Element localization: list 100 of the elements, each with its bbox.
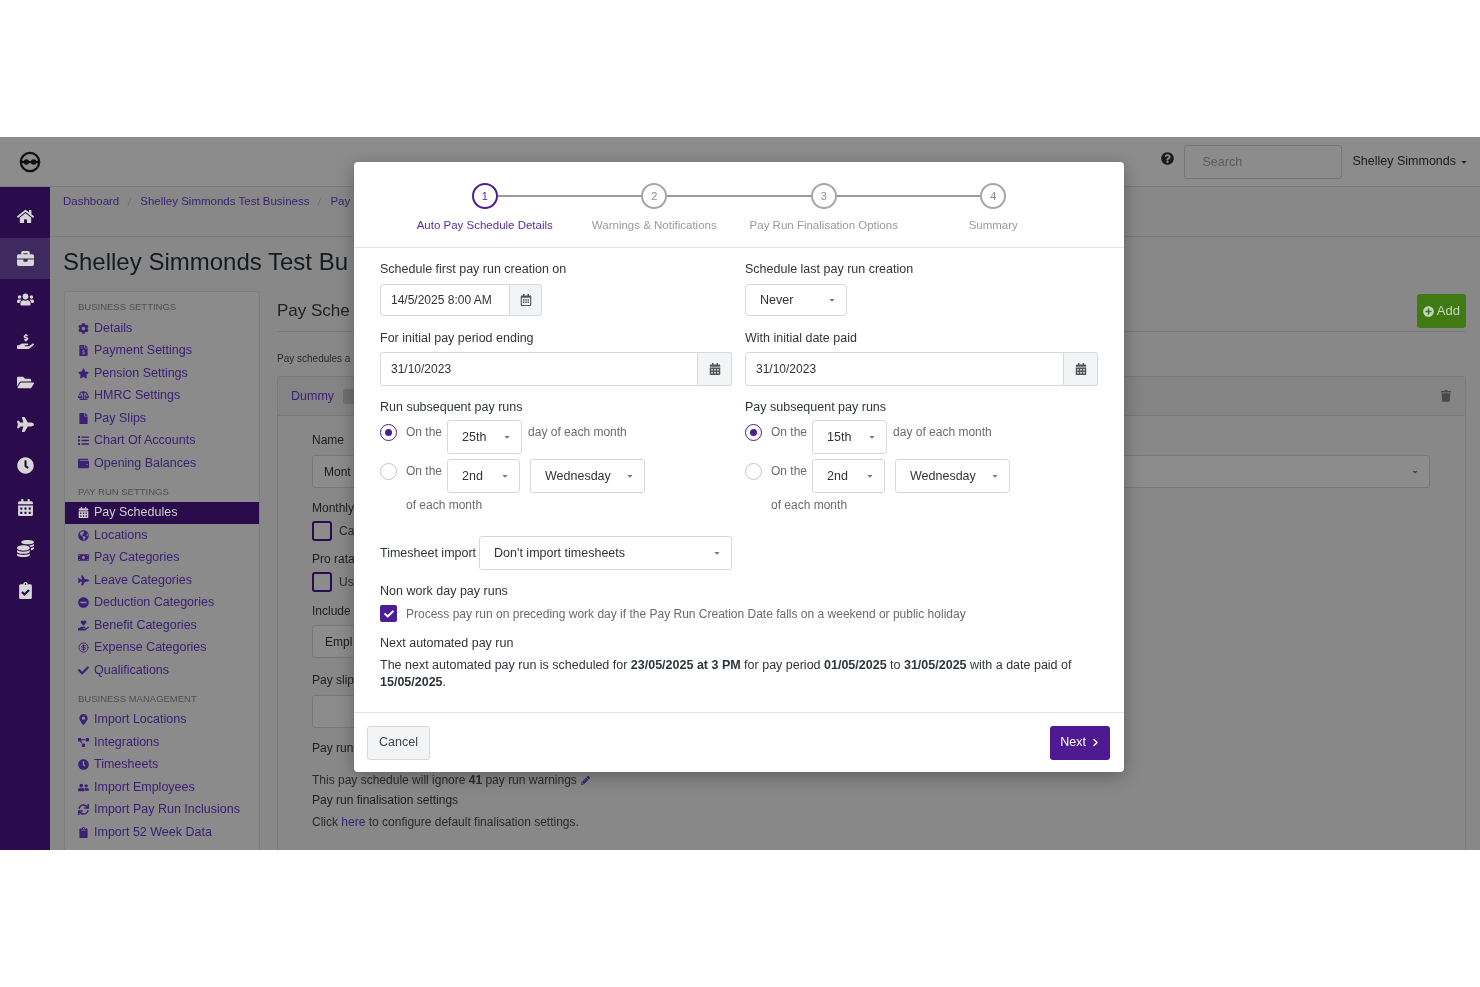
date-field[interactable]: 31/10/2023 [380, 352, 698, 386]
field-label: Non work day pay runs [380, 583, 508, 600]
settings-nav-item[interactable]: Pay Slips [65, 407, 259, 430]
settings-nav-item[interactable]: Import Locations [65, 708, 259, 731]
ordinal-select[interactable]: 2nd [447, 459, 521, 493]
separator-icon [317, 196, 323, 207]
nav-rail-button[interactable] [0, 237, 50, 279]
separator-icon [127, 196, 133, 207]
settings-nav-item[interactable]: Pay Categories [65, 546, 259, 569]
field-label: With initial date paid [745, 330, 857, 347]
caret-icon [501, 472, 510, 480]
section-heading: BUSINESS SETTINGS [77, 300, 178, 314]
calendar-icon [708, 363, 721, 375]
next-run-summary: The next automated pay run is scheduled for 23/05/2025 at 3 PM for pay period 01/05/2025 to 31/05/2025 with a date paid of 15/05/2025. [380, 657, 1073, 691]
option-label: On the [771, 424, 808, 440]
settings-nav-item[interactable]: Integrations [65, 731, 259, 754]
breadcrumb-link[interactable]: Dashboard [63, 194, 120, 208]
schedule-tab[interactable]: Dummy [291, 386, 335, 406]
settings-nav-item[interactable]: Opening Balances [65, 452, 259, 475]
field-label: Pro rata [312, 552, 355, 567]
finalisation-note: Click here to configure default finalisation settings. [312, 815, 579, 830]
weekday-select[interactable]: Wednesday [895, 459, 1011, 493]
map-pin-icon [78, 714, 89, 726]
calendar-icon [78, 507, 89, 519]
plane-icon [16, 415, 34, 433]
radio-button[interactable] [745, 424, 762, 441]
settings-nav-item[interactable]: Expense Categories [65, 636, 259, 659]
calendar-icon [16, 498, 34, 516]
pencil-icon[interactable] [580, 776, 590, 785]
settings-nav-item[interactable]: Import Employees [65, 776, 259, 799]
field-label: Next automated pay run [380, 635, 514, 652]
calendar-button[interactable] [510, 284, 542, 316]
field-label: Schedule last pay run creation [745, 261, 914, 278]
intro-text: Pay schedules a [277, 352, 351, 365]
here-link[interactable]: here [341, 815, 366, 829]
settings-nav-item[interactable]: Qualifications [65, 659, 259, 682]
date-field[interactable]: 14/5/2025 8:00 AM [380, 284, 510, 316]
warnings-note: This pay schedule will ignore 41 pay run warnings [312, 773, 577, 788]
day-select[interactable]: 15th [812, 420, 888, 454]
field-label: Timesheet import [380, 544, 477, 562]
clock-icon [78, 759, 89, 771]
settings-nav-item[interactable]: Import Pay Run Inclusions [65, 798, 259, 821]
field-label: Name [312, 433, 344, 448]
checkbox-label: Ca [339, 523, 355, 540]
plane-icon [78, 574, 89, 586]
caret-icon [503, 433, 512, 441]
settings-nav-item[interactable]: Chart Of Accounts [65, 429, 259, 452]
people-icon [78, 781, 89, 793]
schedule-end-select[interactable]: Never [745, 284, 847, 316]
settings-nav-item[interactable]: Pension Settings [65, 362, 259, 385]
clipboard-check-icon [16, 581, 34, 599]
cancel-button[interactable]: Cancel [367, 725, 430, 760]
breadcrumb-link[interactable]: Shelley Simmonds Test Business [140, 194, 310, 208]
user-menu[interactable]: Shelley Simmonds [1352, 152, 1468, 171]
step-label: Pay Run Finalisation Options [749, 218, 898, 233]
settings-nav-item[interactable]: Deduction Categories [65, 591, 259, 614]
date-field[interactable]: 31/10/2023 [745, 352, 1064, 386]
settings-nav-item[interactable]: Locations [65, 524, 259, 547]
checkbox[interactable] [312, 521, 332, 541]
file-icon [78, 412, 89, 424]
clipboard-icon [78, 826, 89, 838]
add-button[interactable]: Add [1416, 294, 1466, 328]
settings-nav-item[interactable]: Details [65, 317, 259, 340]
wallet-icon [78, 457, 89, 469]
calendar-button[interactable] [698, 352, 732, 386]
step-label: Auto Pay Schedule Details [416, 218, 553, 233]
settings-nav-item[interactable]: Payment Settings [65, 339, 259, 362]
settings-nav-item[interactable]: HMRC Settings [65, 384, 259, 407]
option-label: On the [406, 424, 443, 440]
scales-icon [78, 390, 89, 402]
step-number: 1 [471, 183, 498, 209]
settings-nav-item[interactable]: Leave Categories [65, 569, 259, 592]
checkbox[interactable] [380, 605, 397, 622]
calendar-button[interactable] [1064, 352, 1098, 386]
chevron-right-icon [1091, 738, 1100, 747]
ordinal-select[interactable]: 2nd [812, 459, 886, 493]
list-icon [78, 435, 89, 447]
dollar-circle-icon [78, 642, 89, 654]
caret-icon [713, 549, 721, 557]
option-label: of each month [771, 497, 848, 513]
settings-nav-item[interactable]: Timesheets [65, 753, 259, 776]
checkbox[interactable] [312, 572, 332, 592]
logo-icon [19, 150, 41, 173]
timesheet-select[interactable]: Don't import timesheets [479, 536, 732, 570]
home-icon [16, 208, 34, 226]
settings-nav-item[interactable]: Benefit Categories [65, 614, 259, 637]
refresh-icon [78, 804, 89, 816]
radio-button[interactable] [380, 424, 397, 441]
day-select[interactable]: 25th [447, 420, 523, 454]
next-button[interactable]: Next [1050, 725, 1110, 760]
caret-icon [626, 472, 635, 480]
help-icon[interactable] [1161, 151, 1175, 165]
weekday-select[interactable]: Wednesday [530, 459, 646, 493]
option-label: day of each month [893, 424, 992, 440]
section-heading: BUSINESS MANAGEMENT [77, 691, 198, 706]
step-label: Summary [968, 218, 1018, 233]
breadcrumb-link[interactable]: Pay [330, 194, 351, 208]
settings-nav-item[interactable]: Import 52 Week Data [65, 821, 259, 844]
checkbox-label: Process pay run on preceding work day if the Pay Run Creation Date falls on a weekend or public holiday [406, 605, 966, 622]
settings-nav-item[interactable]: Pay Schedules [65, 501, 259, 524]
